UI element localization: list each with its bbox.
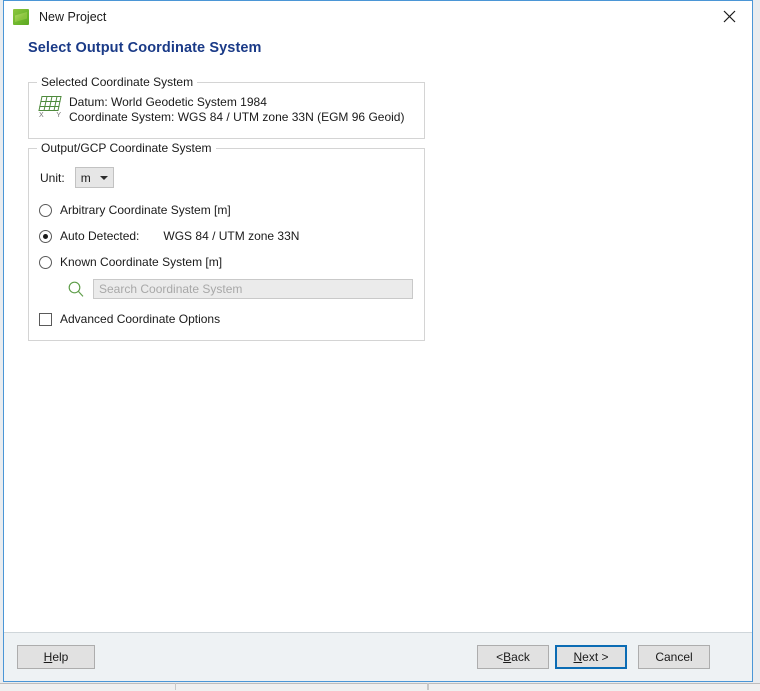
next-suffix: ext > [582,650,608,664]
radio-auto-detected-label: Auto Detected: [60,229,139,243]
close-icon[interactable] [707,1,752,32]
chevron-down-icon [100,176,108,180]
next-button[interactable]: Next > [555,645,627,669]
radio-arbitrary-coordinate-system[interactable]: Arbitrary Coordinate System [m] [39,203,231,217]
back-suffix: ack [511,650,530,664]
cancel-button[interactable]: Cancel [638,645,710,669]
unit-dropdown[interactable]: m [75,167,114,188]
coordinate-system-text: Coordinate System: WGS 84 / UTM zone 33N… [69,110,404,125]
advanced-coordinate-options-label: Advanced Coordinate Options [60,312,220,326]
cancel-label: Cancel [655,650,692,664]
unit-row: Unit: m [40,167,114,188]
help-accel: H [44,650,53,664]
output-gcp-coordinate-system-group-title: Output/GCP Coordinate System [37,141,216,155]
selected-coordinate-system-info: X Y Datum: World Geodetic System 1984 Co… [38,95,404,125]
radio-icon-checked [39,230,52,243]
axis-y-label: Y [56,111,61,120]
dialog-body: Selected Coordinate System [4,56,752,632]
radio-known-label: Known Coordinate System [m] [60,255,222,269]
page-title: Select Output Coordinate System [28,40,752,56]
app-leaf-icon [13,9,29,25]
selected-coordinate-system-group-title: Selected Coordinate System [37,75,197,89]
next-accel: N [573,650,582,664]
advanced-coordinate-options-checkbox[interactable]: Advanced Coordinate Options [39,312,220,326]
new-project-dialog: New Project Select Output Coordinate Sys… [3,0,753,682]
datum-text: Datum: World Geodetic System 1984 [69,95,404,110]
dialog-footer: Help < Back Next > Cancel [4,632,752,681]
help-suffix: elp [52,650,68,664]
radio-icon-unchecked [39,256,52,269]
dialog-title-bar: New Project [4,1,752,33]
search-icon [63,280,89,298]
axis-x-label: X [39,111,44,120]
output-gcp-coordinate-system-group: Output/GCP Coordinate System Unit: m Arb… [28,148,425,341]
coordinate-system-search-row [63,279,413,299]
checkbox-icon-unchecked [39,313,52,326]
unit-label: Unit: [40,171,65,185]
back-accel: B [503,650,511,664]
auto-detected-value: WGS 84 / UTM zone 33N [163,229,299,243]
radio-icon-unchecked [39,204,52,217]
background-window-divider [428,683,429,690]
radio-known-coordinate-system[interactable]: Known Coordinate System [m] [39,255,222,269]
back-button[interactable]: < Back [477,645,549,669]
help-button[interactable]: Help [17,645,95,669]
unit-dropdown-value: m [81,171,91,185]
back-prefix: < [496,650,503,664]
background-window-divider [175,683,176,690]
radio-auto-detected[interactable]: Auto Detected: WGS 84 / UTM zone 33N [39,229,299,243]
search-input[interactable] [93,279,413,299]
selected-coordinate-system-group: Selected Coordinate System [28,82,425,139]
radio-arbitrary-label: Arbitrary Coordinate System [m] [60,203,231,217]
window-title: New Project [39,10,106,24]
coordinate-grid-icon: X Y [38,96,62,122]
